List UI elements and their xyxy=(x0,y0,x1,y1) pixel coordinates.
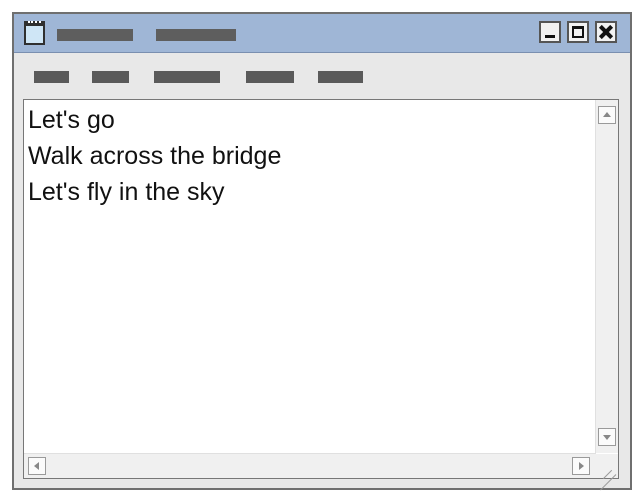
window-title-placeholder-2 xyxy=(156,29,236,41)
text-editor-area[interactable]: Let's go Walk across the bridge Let's fl… xyxy=(23,99,619,479)
title-bar[interactable] xyxy=(14,14,630,53)
menu-bar xyxy=(14,53,630,99)
minimize-button[interactable] xyxy=(539,21,561,43)
scroll-up-button[interactable] xyxy=(598,106,616,124)
close-button[interactable] xyxy=(595,21,617,43)
vertical-scrollbar[interactable] xyxy=(595,100,618,453)
scroll-left-button[interactable] xyxy=(28,457,46,475)
menu-item-3[interactable] xyxy=(154,71,220,83)
scroll-right-button[interactable] xyxy=(572,457,590,475)
resize-grip-icon[interactable] xyxy=(596,454,618,478)
text-line: Let's fly in the sky xyxy=(28,178,225,206)
window-title-placeholder-1 xyxy=(57,29,133,41)
horizontal-scrollbar[interactable] xyxy=(24,453,596,478)
editor-content[interactable]: Let's go Walk across the bridge Let's fl… xyxy=(26,102,596,450)
menu-item-4[interactable] xyxy=(246,71,294,83)
menu-item-2[interactable] xyxy=(92,71,129,83)
text-line: Walk across the bridge xyxy=(28,142,282,170)
menu-item-5[interactable] xyxy=(318,71,363,83)
maximize-button[interactable] xyxy=(567,21,589,43)
menu-item-1[interactable] xyxy=(34,71,69,83)
scroll-down-button[interactable] xyxy=(598,428,616,446)
notepad-icon[interactable] xyxy=(24,21,45,45)
text-line: Let's go xyxy=(28,106,115,134)
notepad-window: Let's go Walk across the bridge Let's fl… xyxy=(12,12,632,490)
